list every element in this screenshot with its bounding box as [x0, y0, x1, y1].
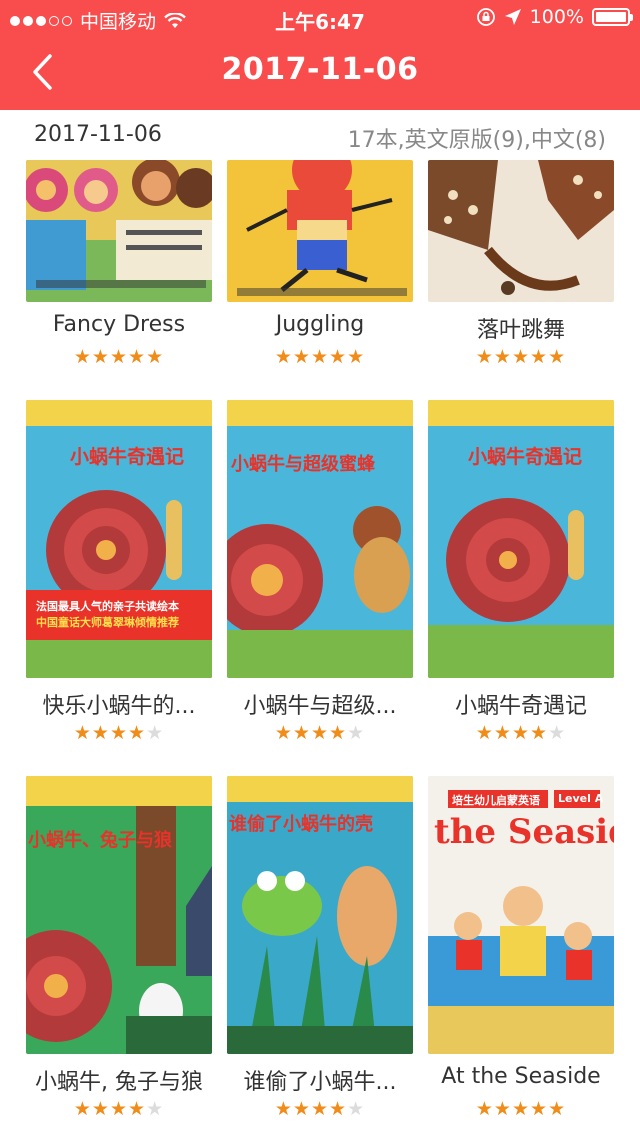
page-title: 2017-11-06: [221, 52, 419, 87]
rotation-lock-icon: [476, 8, 495, 26]
book-title: 小蜗牛奇遇记: [454, 694, 587, 719]
star-filled-icon: ★: [73, 346, 92, 368]
rating-stars: ★★★★★: [26, 346, 212, 368]
status-right: 100%: [476, 6, 633, 28]
star-filled-icon: ★: [493, 346, 512, 368]
book-title: 小蜗牛与超级...: [243, 694, 397, 719]
star-filled-icon: ★: [109, 1098, 129, 1120]
star-filled-icon: ★: [292, 1098, 311, 1120]
book-cover[interactable]: 培生幼儿启蒙英语 Level A the Seaside: [428, 776, 614, 1054]
book-title: Fancy Dress: [52, 312, 186, 337]
star-filled-icon: ★: [91, 722, 110, 744]
star-filled-icon: ★: [530, 1098, 549, 1120]
star-filled-icon: ★: [91, 1098, 110, 1120]
star-filled-icon: ★: [91, 346, 110, 368]
cover-title: 小蜗牛与超级蜜蜂: [231, 454, 375, 475]
rating-stars: ★★★★★: [26, 722, 212, 744]
book-cover[interactable]: 小蜗牛奇遇记 法国最具人气的亲子共读绘本 中国童话大师葛翠琳倾情推荐: [26, 400, 212, 678]
cover-level: Level A: [558, 792, 604, 805]
star-filled-icon: ★: [310, 346, 330, 368]
rating-stars: ★★★★★: [428, 722, 614, 744]
location-arrow-icon: [504, 9, 521, 25]
book-cover[interactable]: [428, 160, 614, 302]
battery-icon: [592, 8, 633, 26]
cover-tagline: 法国最具人气的亲子共读绘本: [36, 600, 179, 613]
top-bar: 中国移动 上午6:47 100% 2017-11-06: [0, 0, 640, 110]
cover-tagline: 中国童话大师葛翠琳倾情推荐: [36, 616, 179, 629]
star-empty-icon: ★: [347, 1098, 366, 1120]
cover-title: the Seaside: [434, 812, 614, 852]
star-filled-icon: ★: [511, 1098, 531, 1120]
star-filled-icon: ★: [128, 722, 147, 744]
book-cover[interactable]: 谁偷了小蜗牛的壳: [227, 776, 413, 1054]
book-cover[interactable]: [26, 160, 212, 302]
star-filled-icon: ★: [128, 1098, 147, 1120]
star-filled-icon: ★: [310, 722, 330, 744]
star-filled-icon: ★: [530, 346, 549, 368]
battery-percent: 100%: [529, 6, 584, 28]
book-title: 落叶跳舞: [476, 318, 565, 343]
star-filled-icon: ★: [274, 346, 293, 368]
book-title: Juggling: [275, 312, 365, 337]
star-filled-icon: ★: [292, 722, 311, 744]
rating-stars: ★★★★★: [428, 1098, 614, 1120]
list-header: 2017-11-06 17本,英文原版(9),中文(8): [0, 110, 640, 160]
star-filled-icon: ★: [73, 722, 92, 744]
star-filled-icon: ★: [329, 346, 348, 368]
book-cover[interactable]: 小蜗牛奇遇记: [428, 400, 614, 678]
rating-stars: ★★★★★: [26, 1098, 212, 1120]
star-filled-icon: ★: [274, 1098, 293, 1120]
star-filled-icon: ★: [347, 346, 366, 368]
book-title: 快乐小蜗牛的...: [42, 694, 196, 719]
cover-title: 小蜗牛、兔子与狼: [28, 830, 172, 851]
star-filled-icon: ★: [511, 722, 531, 744]
book-cover[interactable]: 小蜗牛与超级蜜蜂: [227, 400, 413, 678]
list-date: 2017-11-06: [34, 122, 162, 147]
star-filled-icon: ★: [73, 1098, 92, 1120]
star-filled-icon: ★: [530, 722, 549, 744]
star-filled-icon: ★: [329, 1098, 348, 1120]
cover-title: 小蜗牛奇遇记: [468, 446, 583, 468]
rating-stars: ★★★★★: [227, 722, 413, 744]
star-filled-icon: ★: [310, 1098, 330, 1120]
star-filled-icon: ★: [128, 346, 147, 368]
star-filled-icon: ★: [109, 722, 129, 744]
star-filled-icon: ★: [475, 346, 494, 368]
star-empty-icon: ★: [146, 1098, 165, 1120]
cover-title: 谁偷了小蜗牛的壳: [229, 814, 373, 835]
star-filled-icon: ★: [146, 346, 165, 368]
book-count-summary: 17本,英文原版(9),中文(8): [347, 128, 606, 153]
status-bar: 中国移动 上午6:47 100%: [0, 0, 640, 36]
rating-stars: ★★★★★: [227, 1098, 413, 1120]
rating-stars: ★★★★★: [428, 346, 614, 368]
book-cover[interactable]: [227, 160, 413, 302]
star-empty-icon: ★: [347, 722, 366, 744]
star-filled-icon: ★: [493, 1098, 512, 1120]
star-filled-icon: ★: [548, 1098, 567, 1120]
star-filled-icon: ★: [329, 722, 348, 744]
star-filled-icon: ★: [475, 722, 494, 744]
book-cover[interactable]: 小蜗牛、兔子与狼: [26, 776, 212, 1054]
rating-stars: ★★★★★: [227, 346, 413, 368]
star-filled-icon: ★: [292, 346, 311, 368]
star-empty-icon: ★: [548, 722, 567, 744]
star-filled-icon: ★: [548, 346, 567, 368]
star-filled-icon: ★: [475, 1098, 494, 1120]
nav-bar: 2017-11-06: [0, 36, 640, 110]
book-title: 谁偷了小蜗牛...: [243, 1070, 397, 1095]
book-title: 小蜗牛, 兔子与狼: [35, 1070, 203, 1095]
star-filled-icon: ★: [274, 722, 293, 744]
star-empty-icon: ★: [146, 722, 165, 744]
star-filled-icon: ★: [109, 346, 129, 368]
cover-title: 小蜗牛奇遇记: [70, 446, 185, 468]
cover-series: 培生幼儿启蒙英语: [452, 794, 540, 807]
star-filled-icon: ★: [511, 346, 531, 368]
book-title: At the Seaside: [441, 1064, 601, 1089]
star-filled-icon: ★: [493, 722, 512, 744]
